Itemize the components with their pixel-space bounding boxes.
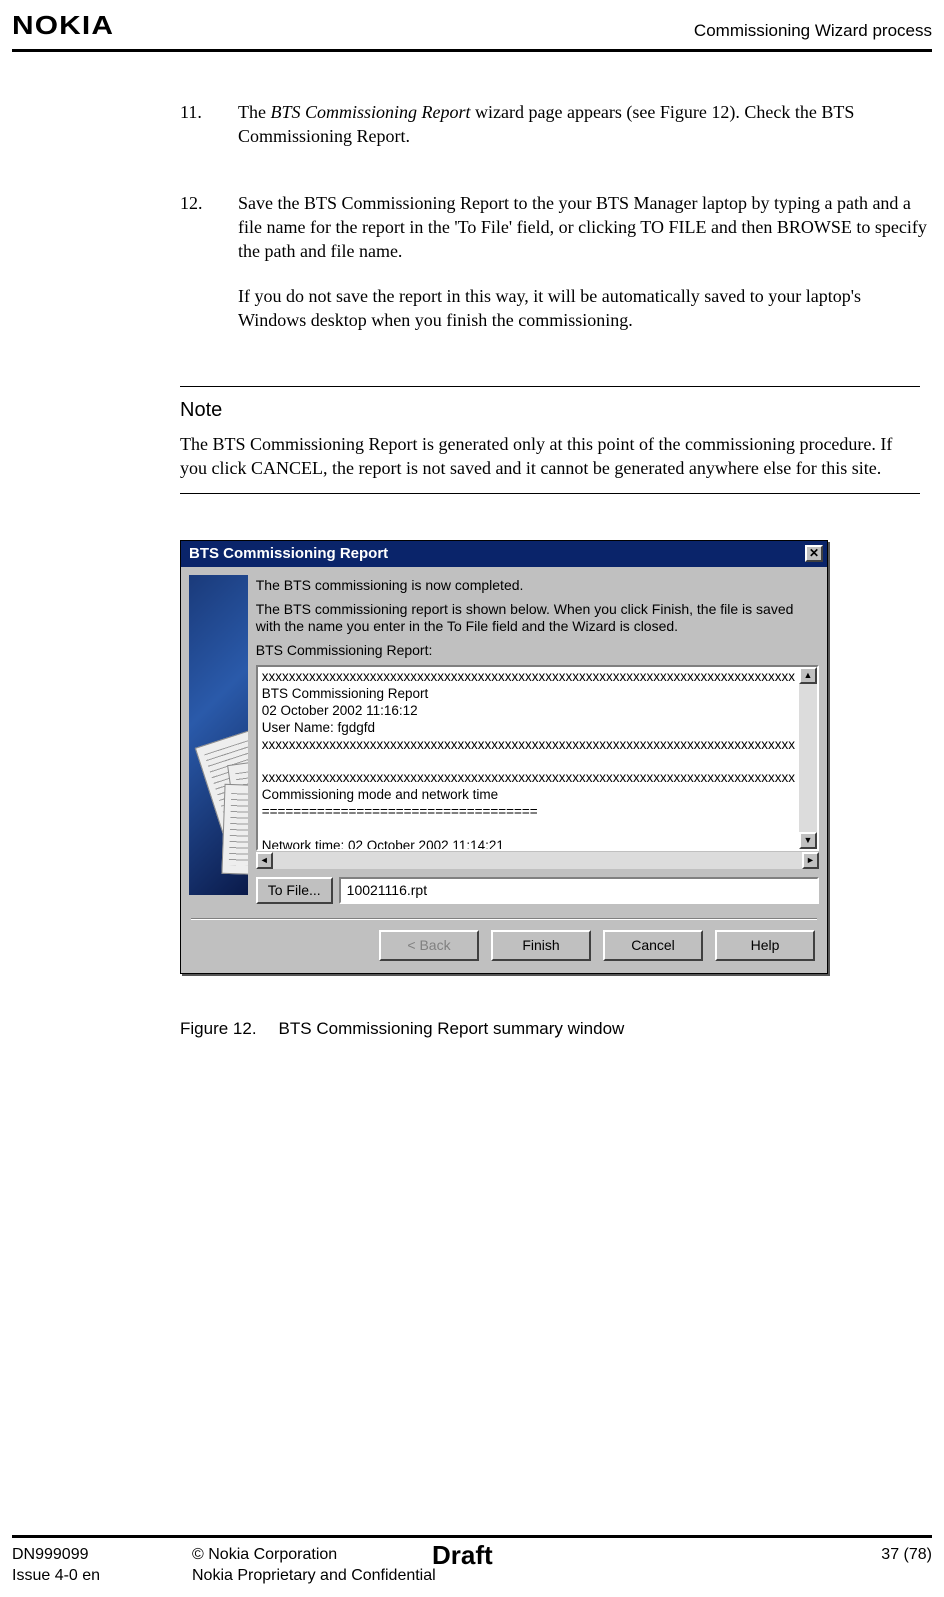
- dialog-line1: The BTS commissioning is now completed.: [256, 577, 819, 595]
- step-11-number: 11.: [180, 100, 238, 169]
- back-button: < Back: [379, 930, 479, 961]
- horizontal-scrollbar[interactable]: ◄ ►: [256, 851, 819, 869]
- step-11: 11. The BTS Commissioning Report wizard …: [180, 100, 932, 169]
- dialog-title: BTS Commissioning Report: [189, 544, 388, 564]
- cancel-button[interactable]: Cancel: [603, 930, 703, 961]
- note-block: Note The BTS Commissioning Report is gen…: [180, 386, 920, 494]
- footer-page: 37 (78): [832, 1544, 932, 1566]
- dialog-window: BTS Commissioning Report ✕ The BTS commi…: [180, 540, 828, 974]
- step-12-number: 12.: [180, 191, 238, 352]
- step-12: 12. Save the BTS Commissioning Report to…: [180, 191, 932, 352]
- help-button[interactable]: Help: [715, 930, 815, 961]
- footer-issue: Issue 4-0 en: [12, 1565, 192, 1587]
- step-11-prefix: The: [238, 102, 270, 122]
- section-title: Commissioning Wizard process: [694, 20, 932, 43]
- footer-confidential: Nokia Proprietary and Confidential: [192, 1565, 932, 1587]
- note-title: Note: [180, 397, 920, 424]
- step-12-p1: Save the BTS Commissioning Report to the…: [238, 191, 932, 264]
- figure-text: BTS Commissioning Report summary window: [279, 1019, 625, 1038]
- report-text: xxxxxxxxxxxxxxxxxxxxxxxxxxxxxxxxxxxxxxxx…: [258, 667, 799, 849]
- dialog-line2: The BTS commissioning report is shown be…: [256, 601, 819, 636]
- note-bottom-rule: [180, 493, 920, 494]
- step-12-p2: If you do not save the report in this wa…: [238, 284, 932, 333]
- wizard-side-image: [189, 575, 248, 895]
- nokia-logo: NOKIA: [12, 8, 114, 43]
- figure-label: Figure 12.: [180, 1019, 257, 1038]
- close-icon[interactable]: ✕: [805, 545, 823, 562]
- note-top-rule: [180, 386, 920, 387]
- footer-copyright: © Nokia Corporation: [192, 1546, 337, 1563]
- scroll-down-icon[interactable]: ▼: [799, 832, 817, 849]
- report-textarea[interactable]: xxxxxxxxxxxxxxxxxxxxxxxxxxxxxxxxxxxxxxxx…: [256, 665, 819, 851]
- to-file-button[interactable]: To File...: [256, 877, 333, 904]
- note-body: The BTS Commissioning Report is generate…: [180, 432, 920, 481]
- finish-button[interactable]: Finish: [491, 930, 591, 961]
- dialog-titlebar[interactable]: BTS Commissioning Report ✕: [181, 541, 827, 567]
- dialog-report-label: BTS Commissioning Report:: [256, 642, 819, 660]
- figure-caption: Figure 12. BTS Commissioning Report summa…: [180, 1018, 932, 1041]
- figure-screenshot: BTS Commissioning Report ✕ The BTS commi…: [180, 540, 828, 974]
- scroll-up-icon[interactable]: ▲: [799, 667, 817, 684]
- footer-doc-id: DN999099: [12, 1544, 192, 1566]
- scroll-right-icon[interactable]: ►: [802, 852, 819, 869]
- step-11-italic: BTS Commissioning Report: [270, 102, 470, 122]
- to-file-input[interactable]: 10021116.rpt: [339, 877, 819, 904]
- scroll-left-icon[interactable]: ◄: [256, 852, 273, 869]
- step-11-text: The BTS Commissioning Report wizard page…: [238, 100, 932, 149]
- vertical-scrollbar[interactable]: ▲ ▼: [799, 667, 817, 849]
